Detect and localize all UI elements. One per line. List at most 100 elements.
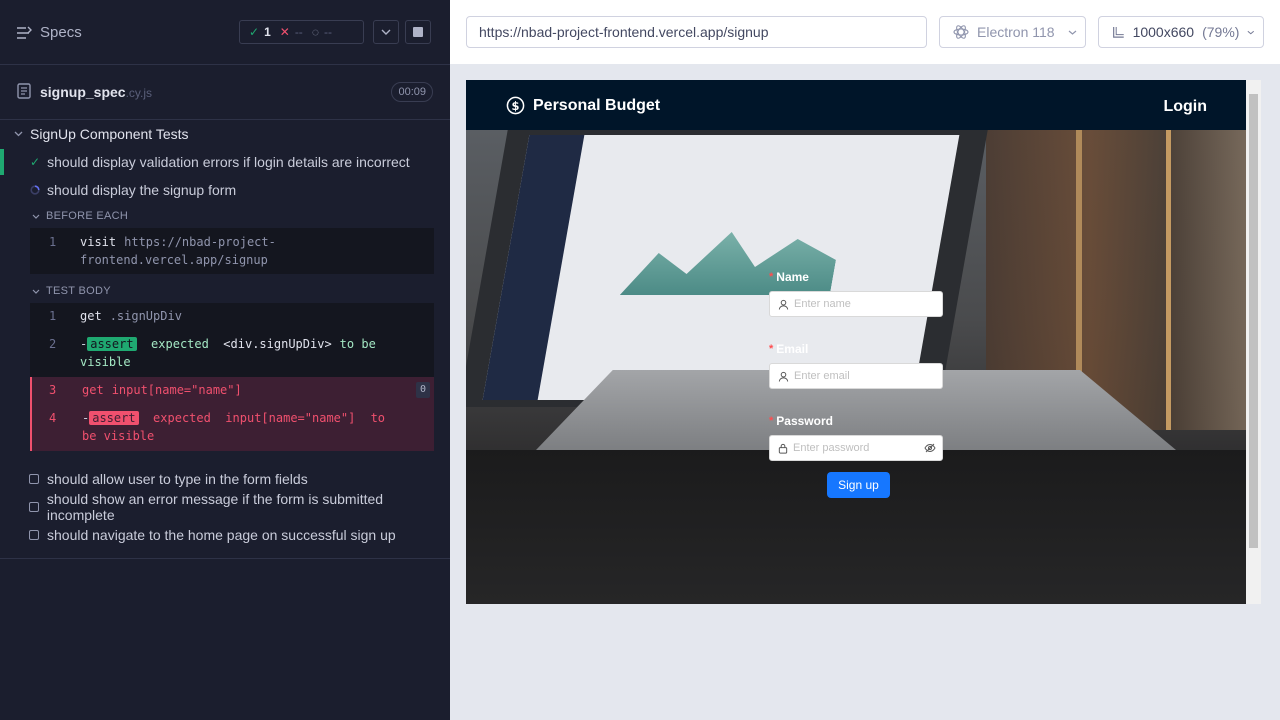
password-label-text: Password: [776, 414, 833, 428]
email-input[interactable]: Enter email: [769, 363, 943, 389]
required-marker: *: [769, 343, 774, 355]
command-arg: .signUpDiv: [109, 309, 182, 323]
command-row[interactable]: 1 visit https://nbad-project-frontend.ver…: [30, 228, 434, 274]
test-running[interactable]: should display the signup form: [0, 176, 450, 204]
user-icon: [778, 371, 789, 382]
url-bar[interactable]: https://nbad-project-frontend.vercel.app…: [466, 16, 927, 48]
test-passed[interactable]: ✓ should display validation errors if lo…: [0, 148, 450, 176]
suite-title-row[interactable]: SignUp Component Tests: [0, 120, 450, 148]
aut-scrollbar[interactable]: [1246, 80, 1261, 604]
runner-header: https://nbad-project-frontend.vercel.app…: [450, 0, 1280, 64]
viewport-selector[interactable]: 1000x660 (79%): [1098, 16, 1264, 48]
app-preview-pane: https://nbad-project-frontend.vercel.app…: [450, 0, 1280, 720]
password-input[interactable]: Enter password: [769, 435, 943, 461]
eye-invisible-icon[interactable]: [924, 443, 936, 453]
before-each-label: BEFORE EACH: [46, 210, 129, 222]
browser-selector[interactable]: Electron 118: [939, 16, 1086, 48]
signup-button[interactable]: Sign up: [827, 472, 890, 498]
passed-count: 1: [264, 25, 271, 39]
test-body-commands: 1 get .signUpDiv 2 - assert expected <div.…: [30, 303, 434, 451]
pending-count: --: [323, 25, 332, 39]
required-marker: *: [769, 415, 774, 427]
electron-icon: [953, 25, 969, 39]
document-icon: [17, 83, 31, 99]
command-log-panel: Specs ✓ 1 ✕ -- ◌ -- signup_spec.cy.js 00…: [0, 0, 450, 720]
chevron-down-icon: [32, 289, 40, 294]
signup-form: * Name Enter name * Email Enter email * …: [769, 268, 944, 484]
pending-test-icon: [29, 474, 39, 484]
test-pending[interactable]: should show an error message if the form…: [0, 491, 450, 523]
chevron-down-icon: [32, 214, 40, 219]
viewport-size: 1000x660: [1132, 24, 1195, 40]
pending-stat: ◌ --: [312, 25, 332, 39]
app-brand[interactable]: $ Personal Budget: [506, 96, 660, 115]
spec-name-text: signup_spec: [40, 84, 126, 100]
test-pending[interactable]: should allow user to type in the form fi…: [0, 465, 450, 493]
command-number: 1: [49, 235, 57, 249]
check-icon: ✓: [30, 155, 41, 169]
failing-command-row[interactable]: 3 get input[name="name"] 0: [30, 377, 434, 403]
chevron-down-icon: [1247, 30, 1255, 34]
assert-subject: <div.signUpDiv>: [223, 337, 332, 351]
viewport-scale: (79%): [1202, 24, 1240, 40]
assert-row[interactable]: 2 - assert expected <div.signUpDiv> to be …: [30, 329, 434, 377]
name-label-text: Name: [776, 270, 809, 284]
login-link[interactable]: Login: [1163, 98, 1207, 116]
before-each-hook-title[interactable]: BEFORE EACH: [0, 204, 450, 228]
element-count-badge: 0: [416, 382, 430, 398]
shelf-post: [1166, 130, 1171, 430]
before-each-commands: 1 visit https://nbad-project-frontend.ver…: [30, 228, 434, 274]
pending-test-icon: [29, 502, 39, 512]
chevron-down-icon: [1068, 30, 1077, 35]
failed-stat: ✕ --: [280, 25, 303, 39]
name-placeholder: Enter name: [794, 298, 851, 310]
specs-label: Specs: [40, 24, 82, 41]
app-navbar: $ Personal Budget Login: [466, 80, 1246, 130]
test-title: should display validation errors if logi…: [47, 154, 410, 170]
ruler-icon: [1113, 26, 1124, 38]
name-input[interactable]: Enter name: [769, 291, 943, 317]
brand-name: Personal Budget: [533, 96, 661, 114]
passed-stat: ✓ 1: [249, 25, 271, 39]
chevron-down-icon: [381, 29, 391, 35]
options-dropdown-button[interactable]: [373, 20, 399, 44]
spec-file-row: signup_spec.cy.js 00:09: [0, 65, 450, 120]
running-spinner-icon: [30, 185, 40, 195]
spec-file-name[interactable]: signup_spec.cy.js: [40, 84, 152, 100]
specs-toggle-button[interactable]: Specs: [16, 24, 82, 41]
test-title: should allow user to type in the form fi…: [47, 471, 308, 487]
chevron-down-icon: [14, 131, 23, 137]
assert-badge: assert: [89, 411, 139, 425]
command-number: 1: [49, 309, 57, 323]
stop-button[interactable]: [405, 20, 431, 44]
command-row[interactable]: 1 get .signUpDiv: [30, 303, 434, 329]
command-name: get: [82, 383, 104, 397]
password-label: * Password: [769, 412, 944, 430]
test-title: should navigate to the home page on succ…: [47, 527, 396, 543]
test-body-title[interactable]: TEST BODY: [0, 279, 450, 303]
suite-title: SignUp Component Tests: [30, 126, 189, 142]
command-name: visit: [80, 235, 117, 249]
menu-icon: [17, 26, 32, 39]
test-body-label: TEST BODY: [46, 285, 111, 297]
browser-name: Electron 118: [977, 24, 1055, 40]
aut-iframe: $ Personal Budget Login * Name Enter nam…: [466, 80, 1261, 604]
email-placeholder: Enter email: [794, 370, 850, 382]
spec-extension: .cy.js: [125, 86, 153, 100]
spinner-icon: ◌: [311, 25, 319, 39]
test-title: should display the signup form: [47, 182, 237, 198]
assert-word: expected: [151, 337, 209, 351]
assert-badge: assert: [87, 337, 137, 351]
failed-count: --: [294, 25, 303, 39]
email-label: * Email: [769, 340, 944, 358]
cross-icon: ✕: [279, 25, 290, 39]
command-number: 3: [49, 383, 57, 397]
required-marker: *: [769, 271, 774, 283]
failing-assert-row[interactable]: 4 - assert expected input[name="name"] to…: [30, 403, 434, 451]
command-arg: input[name="name"]: [111, 383, 242, 397]
scrollbar-thumb[interactable]: [1249, 94, 1258, 548]
assert-word: expected: [153, 411, 211, 425]
reporter-header: Specs ✓ 1 ✕ -- ◌ --: [0, 0, 450, 65]
test-pending[interactable]: should navigate to the home page on succ…: [0, 521, 450, 549]
test-stats: ✓ 1 ✕ -- ◌ --: [239, 20, 364, 44]
